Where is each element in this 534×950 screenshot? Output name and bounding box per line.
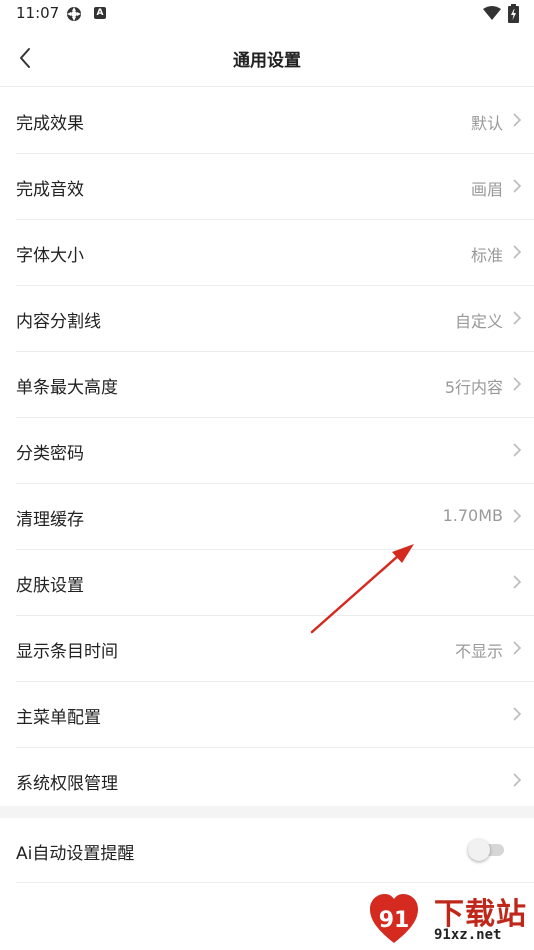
toggle-knob	[468, 839, 490, 861]
settings-row-complete-effect[interactable]: 完成效果 默认	[16, 88, 534, 154]
row-label: 内容分割线	[16, 312, 101, 332]
status-time: 11:07	[16, 4, 60, 22]
ai-reminder-toggle[interactable]	[468, 839, 506, 861]
row-value: 自定义	[454, 312, 503, 331]
row-label: 字体大小	[16, 246, 84, 266]
row-label: 分类密码	[16, 444, 84, 464]
settings-row-category-password[interactable]: 分类密码	[16, 418, 534, 484]
row-value: 默认	[470, 114, 503, 133]
settings-list: 完成效果 默认 完成音效 画眉 字体大小 标准 内容分割线 自定义 单条最大高度…	[0, 88, 534, 813]
row-value: 画眉	[470, 180, 503, 199]
row-value: 1.70MB	[442, 506, 503, 525]
row-value: 5行内容	[444, 378, 503, 397]
chevron-right-icon	[513, 641, 522, 655]
settings-row-max-height[interactable]: 单条最大高度 5行内容	[16, 352, 534, 418]
row-value: 标准	[470, 246, 503, 265]
status-bar: 11:07 A	[0, 0, 534, 28]
settings-row-font-size[interactable]: 字体大小 标准	[16, 220, 534, 286]
chevron-right-icon	[513, 179, 522, 193]
settings-row-permissions[interactable]: 系统权限管理	[16, 748, 534, 813]
settings-row-skin[interactable]: 皮肤设置	[16, 550, 534, 616]
settings-row-ai-reminder: Ai自动设置提醒	[16, 818, 534, 883]
watermark-logo-text: 91	[379, 908, 410, 933]
app-badge-icon: A	[94, 7, 106, 19]
settings-row-item-time[interactable]: 显示条目时间 不显示	[16, 616, 534, 682]
watermark-logo: 91	[370, 894, 418, 943]
row-label: 主菜单配置	[16, 708, 101, 728]
row-label: 系统权限管理	[16, 774, 118, 794]
battery-icon	[508, 4, 519, 23]
row-label: 单条最大高度	[16, 378, 118, 398]
row-label: 显示条目时间	[16, 642, 118, 662]
chevron-right-icon	[513, 707, 522, 721]
row-label: 清理缓存	[16, 510, 84, 530]
row-value: 不显示	[454, 642, 503, 661]
settings-row-divider-line[interactable]: 内容分割线 自定义	[16, 286, 534, 352]
chevron-right-icon	[513, 311, 522, 325]
page-title: 通用设置	[233, 51, 301, 71]
chevron-right-icon	[513, 377, 522, 391]
chevron-right-icon	[513, 773, 522, 787]
section-divider	[0, 806, 534, 818]
chevron-right-icon	[513, 443, 522, 457]
settings-row-clear-cache[interactable]: 清理缓存 1.70MB	[16, 484, 534, 550]
settings-row-main-menu[interactable]: 主菜单配置	[16, 682, 534, 748]
toggle-label: Ai自动设置提醒	[16, 844, 135, 864]
row-label: 完成音效	[16, 180, 84, 200]
app-header: 通用设置	[0, 30, 534, 87]
watermark-url: 91xz.net	[434, 927, 502, 943]
settings-row-complete-sound[interactable]: 完成音效 画眉	[16, 154, 534, 220]
chevron-right-icon	[513, 575, 522, 589]
row-label: 皮肤设置	[16, 576, 84, 596]
sync-icon	[67, 7, 81, 21]
chevron-right-icon	[513, 509, 522, 523]
row-label: 完成效果	[16, 114, 84, 134]
chevron-right-icon	[513, 245, 522, 259]
watermark: 91 下载站 91xz.net	[362, 885, 534, 950]
chevron-right-icon	[513, 113, 522, 127]
wifi-icon	[483, 6, 501, 20]
